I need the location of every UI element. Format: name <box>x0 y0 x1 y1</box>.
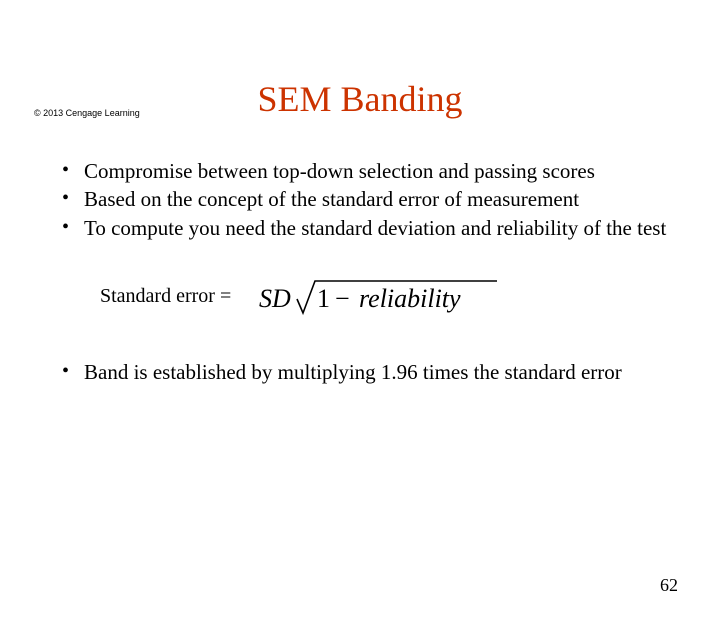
bullet-list-bottom: Band is established by multiplying 1.96 … <box>62 359 674 385</box>
list-item: Band is established by multiplying 1.96 … <box>62 359 674 385</box>
formula-one: 1 <box>317 284 330 313</box>
formula-minus: − <box>335 284 350 313</box>
list-item: To compute you need the standard deviati… <box>62 215 674 241</box>
formula-row: Standard error = SD 1 − reliability <box>100 275 720 319</box>
formula-sd: SD <box>259 284 291 313</box>
formula-label: Standard error = <box>100 285 231 308</box>
page-number: 62 <box>660 575 678 596</box>
formula-equation: SD 1 − reliability <box>259 275 509 319</box>
list-item: Based on the concept of the standard err… <box>62 186 674 212</box>
list-item: Compromise between top-down selection an… <box>62 158 674 184</box>
copyright-text: © 2013 Cengage Learning <box>34 108 140 118</box>
formula-reliability: reliability <box>359 284 461 313</box>
bullet-list-top: Compromise between top-down selection an… <box>62 158 674 241</box>
